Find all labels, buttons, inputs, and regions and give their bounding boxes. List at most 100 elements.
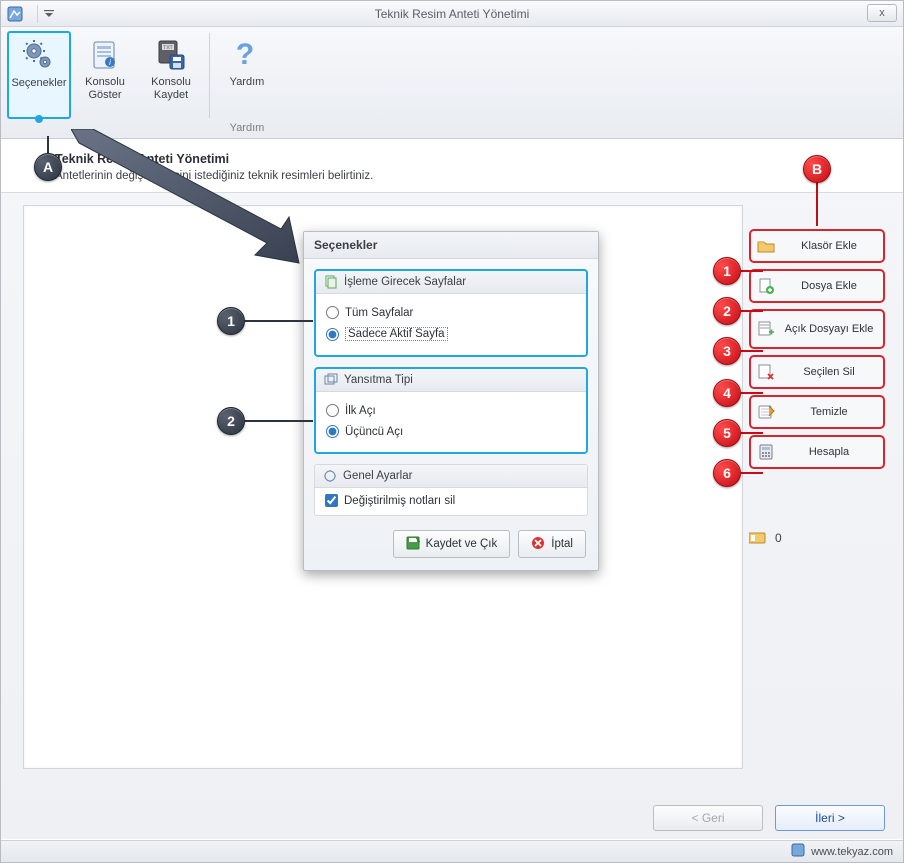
marker-3: 3 [713,337,741,365]
pages-icon [324,275,338,289]
dialog-marker-2-line [245,420,313,422]
group-projection-header: Yansıtma Tipi [316,369,586,392]
marker-2-line [741,310,763,312]
cancel-button[interactable]: İptal [518,530,586,558]
svg-text:i: i [109,58,111,67]
ribbon-save-console-button[interactable]: TXT Konsolu Kaydet [139,31,203,119]
ribbon-group-main: Seçenekler i Konsolu Göster TXT Konsolu … [1,27,209,138]
radio-active-page-label: Sadece Aktif Sayfa [345,327,448,341]
group-general-header: Genel Ayarlar [315,465,587,488]
add-open-file-label: Açık Dosyayı Ekle [781,323,877,335]
add-folder-label: Klasör Ekle [781,240,877,252]
options-dialog: Seçenekler İşleme Girecek Sayfalar Tüm S… [303,231,599,571]
app-icon [7,6,23,22]
close-button[interactable]: x [867,4,897,22]
marker-a: A [34,153,62,181]
folder-add-icon [757,237,775,255]
group-projection-label: Yansıtma Tipi [344,374,413,386]
ribbon-save-console-label: Konsolu Kaydet [140,76,202,101]
save-icon [406,536,420,553]
radio-third-angle[interactable]: Üçüncü Açı [326,421,576,442]
marker-1-line [741,270,763,272]
dialog-title: Seçenekler [304,232,598,259]
delete-icon [757,363,775,381]
marker-6-line [741,472,763,474]
info-band: Teknik Resim Anteti Yönetimi Antetlerini… [1,139,903,193]
radio-all-pages[interactable]: Tüm Sayfalar [326,302,576,323]
gears-icon [22,39,56,73]
svg-text:TXT: TXT [163,45,172,51]
clear-button[interactable]: Temizle [749,395,885,429]
checkbox-delete-notes-label: Değiştirilmiş notları sil [344,495,455,507]
count-row: 0 [749,531,885,545]
clear-label: Temizle [781,406,877,418]
marker-1: 1 [713,257,741,285]
group-general-label: Genel Ayarlar [343,470,412,482]
dialog-marker-1: 1 [217,307,245,335]
page-title: Teknik Resim Anteti Yönetimi [55,152,885,166]
calculate-button[interactable]: Hesapla [749,435,885,469]
checkbox-delete-notes[interactable]: Değiştirilmiş notları sil [325,494,577,507]
dialog-footer: Kaydet ve Çık İptal [314,530,588,558]
svg-text:?: ? [236,38,254,71]
dialog-marker-2: 2 [217,407,245,435]
window-title: Teknik Resim Anteti Yönetimi [375,7,530,21]
help-icon: ? [230,38,264,72]
ribbon-show-console-label: Konsolu Göster [74,76,136,101]
marker-b-line [816,182,818,226]
ribbon-options-button[interactable]: Seçenekler [7,31,71,119]
cancel-label: İptal [551,538,573,550]
ribbon: Seçenekler i Konsolu Göster TXT Konsolu … [1,27,903,139]
wizard-footer: < Geri İleri > [1,796,903,840]
ribbon-options-label: Seçenekler [11,77,66,90]
status-bar: www.tekyaz.com [1,840,903,862]
count-icon [749,531,767,545]
save-and-exit-label: Kaydet ve Çık [426,538,498,550]
status-app-icon [791,843,805,860]
main-window: Teknik Resim Anteti Yönetimi x Seçenekle… [0,0,904,863]
ribbon-help-button[interactable]: ? Yardım [215,31,279,119]
marker-4-line [741,392,763,394]
marker-3-line [741,350,763,352]
console-save-icon: TXT [154,38,188,72]
delete-selected-button[interactable]: Seçilen Sil [749,355,885,389]
ribbon-help-label: Yardım [230,76,265,89]
open-file-add-icon [757,320,775,338]
ribbon-group-help: ? Yardım Yardım [209,27,285,138]
group-projection: Yansıtma Tipi İlk Açı Üçüncü Açı [314,367,588,454]
radio-first-angle[interactable]: İlk Açı [326,400,576,421]
save-and-exit-button[interactable]: Kaydet ve Çık [393,530,511,558]
count-value: 0 [775,531,782,545]
radio-active-page[interactable]: Sadece Aktif Sayfa [326,323,576,345]
marker-b: B [803,155,831,183]
page-subtitle: Antetlerinin değiştirilmesini istediğini… [55,170,885,182]
add-file-label: Dosya Ekle [781,280,877,292]
back-button: < Geri [653,805,763,831]
add-folder-button[interactable]: Klasör Ekle [749,229,885,263]
add-file-button[interactable]: Dosya Ekle [749,269,885,303]
delete-selected-label: Seçilen Sil [781,366,877,378]
calculator-icon [757,443,775,461]
group-pages-header: İşleme Girecek Sayfalar [316,271,586,294]
status-url: www.tekyaz.com [811,846,893,858]
close-icon: x [879,7,885,19]
group-pages: İşleme Girecek Sayfalar Tüm Sayfalar Sad… [314,269,588,357]
marker-a-line [47,136,49,153]
marker-6: 6 [713,459,741,487]
group-pages-label: İşleme Girecek Sayfalar [344,276,466,288]
file-add-icon [757,277,775,295]
ribbon-show-console-button[interactable]: i Konsolu Göster [73,31,137,119]
marker-2: 2 [713,297,741,325]
cancel-icon [531,536,545,553]
calculate-label: Hesapla [781,446,877,458]
add-open-file-button[interactable]: Açık Dosyayı Ekle [749,309,885,349]
title-bar: Teknik Resim Anteti Yönetimi x [1,1,903,27]
console-show-icon: i [88,38,122,72]
radio-all-pages-label: Tüm Sayfalar [345,307,413,319]
side-panel: Klasör Ekle Dosya Ekle Açık Dosyayı Ekle… [749,205,885,769]
next-button[interactable]: İleri > [775,805,885,831]
qat-dropdown-icon[interactable] [37,5,59,23]
group-general: Genel Ayarlar Değiştirilmiş notları sil [314,464,588,516]
settings-icon [323,469,337,483]
ribbon-group-main-label [5,132,205,138]
